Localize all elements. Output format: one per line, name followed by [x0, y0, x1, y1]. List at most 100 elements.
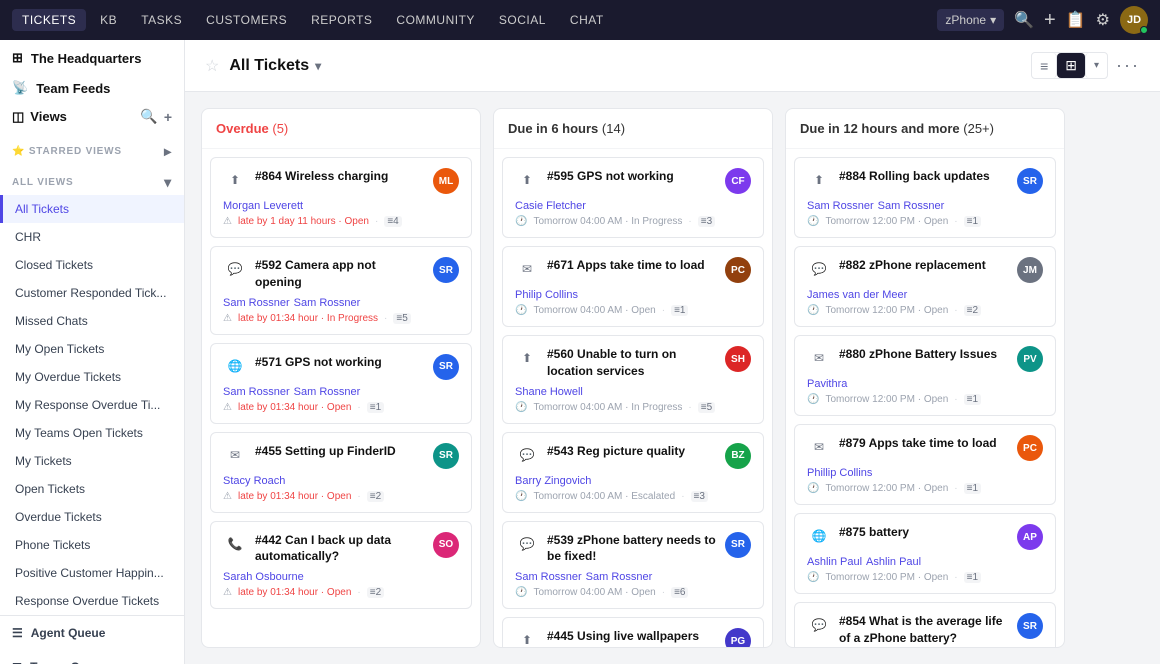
agent-link-2-1-0[interactable]: James van der Meer — [807, 289, 907, 301]
sidebar-item-overdue[interactable]: Overdue Tickets — [0, 503, 184, 531]
kanban-column-1: Due in 6 hours (14) ⬆ #595 GPS not worki… — [493, 108, 773, 648]
favorite-star-icon[interactable]: ☆ — [205, 56, 219, 76]
nav-customers[interactable]: CUSTOMERS — [196, 9, 297, 31]
ticket-card-1-0[interactable]: ⬆ #595 GPS not working CF Casie Fletcher… — [502, 157, 764, 238]
team-feeds-icon: 📡 — [12, 80, 28, 96]
list-view-btn[interactable]: ≡ — [1032, 53, 1057, 78]
ticket-card-1-1[interactable]: ✉ #671 Apps take time to load PC Philip … — [502, 246, 764, 327]
nav-chat[interactable]: CHAT — [560, 9, 614, 31]
nav-community[interactable]: COMMUNITY — [386, 9, 485, 31]
sidebar-agent-queue[interactable]: ☰ Agent Queue — [0, 616, 184, 650]
sidebar-item-closed-tickets[interactable]: Closed Tickets — [0, 251, 184, 279]
agent-link-0-2-1[interactable]: Sam Rossner — [294, 386, 361, 398]
agent-link-0-2-0[interactable]: Sam Rossner — [223, 386, 290, 398]
sidebar-item-my-tickets[interactable]: My Tickets — [0, 447, 184, 475]
agent-link-0-0-0[interactable]: Morgan Leverett — [223, 200, 303, 212]
kanban-column-0: Overdue (5) ⬆ #864 Wireless charging ML … — [201, 108, 481, 648]
sidebar-item-my-overdue[interactable]: My Overdue Tickets — [0, 363, 184, 391]
ticket-card-2-2[interactable]: ✉ #880 zPhone Battery Issues PV Pavithra… — [794, 335, 1056, 416]
add-icon[interactable]: + — [1044, 9, 1056, 32]
settings-icon[interactable]: ⚙ — [1096, 10, 1110, 30]
agent-link-2-0-0[interactable]: Sam Rossner — [807, 200, 874, 212]
ticket-card-2-4[interactable]: 🌐 #875 battery AP Ashlin Paul Ashlin Pau… — [794, 513, 1056, 594]
agent-link-2-0-1[interactable]: Sam Rossner — [878, 200, 945, 212]
agent-link-1-3-0[interactable]: Barry Zingovich — [515, 475, 591, 487]
card-meta-text-0-2: late by 01:34 hour · Open — [238, 402, 351, 413]
card-title-1-5: #445 Using live wallpapers — [547, 628, 717, 645]
header-more-icon[interactable]: ··· — [1116, 55, 1140, 76]
page-title[interactable]: All Tickets ▾ — [229, 57, 321, 75]
ticket-card-2-1[interactable]: 💬 #882 zPhone replacement JM James van d… — [794, 246, 1056, 327]
sidebar-item-my-response-overdue[interactable]: My Response Overdue Ti... — [0, 391, 184, 419]
teams-queue-icon: ⊞ — [12, 660, 22, 664]
card-avatar-0-4: SO — [433, 532, 459, 558]
card-meta-text-2-4: Tomorrow 12:00 PM · Open — [825, 572, 948, 583]
ticket-card-2-5[interactable]: 💬 #854 What is the average life of a zPh… — [794, 602, 1056, 647]
sidebar-item-positive[interactable]: Positive Customer Happin... — [0, 559, 184, 587]
sidebar-teams-queue[interactable]: ⊞ Teams Queue — [0, 650, 184, 664]
agent-link-1-2-0[interactable]: Shane Howell — [515, 386, 583, 398]
view-more-btn[interactable]: ▾ — [1085, 53, 1107, 78]
agent-link-0-3-0[interactable]: Stacy Roach — [223, 475, 285, 487]
nav-tasks[interactable]: TASKS — [131, 9, 192, 31]
sidebar-item-phone[interactable]: Phone Tickets — [0, 531, 184, 559]
ticket-card-0-3[interactable]: ✉ #455 Setting up FinderID SR Stacy Roac… — [210, 432, 472, 513]
card-meta-text-1-1: Tomorrow 04:00 AM · Open — [533, 305, 655, 316]
card-meta-text-0-1: late by 01:34 hour · In Progress — [238, 313, 378, 324]
zphone-selector[interactable]: zPhone ▾ — [937, 9, 1004, 31]
sidebar-item-my-open[interactable]: My Open Tickets — [0, 335, 184, 363]
search-icon[interactable]: 🔍 — [1014, 10, 1034, 30]
sidebar-team-feeds[interactable]: 📡 Team Feeds — [0, 70, 184, 100]
sidebar-item-my-teams-open[interactable]: My Teams Open Tickets — [0, 419, 184, 447]
agent-link-0-1-0[interactable]: Sam Rossner — [223, 297, 290, 309]
card-type-icon-1-2: ⬆ — [515, 346, 539, 370]
ticket-card-0-1[interactable]: 💬 #592 Camera app not opening SR Sam Ros… — [210, 246, 472, 335]
sidebar-item-customer-responded[interactable]: Customer Responded Tick... — [0, 279, 184, 307]
agent-link-2-4-1[interactable]: Ashlin Paul — [866, 556, 921, 568]
card-dot-2-4: · — [954, 572, 957, 583]
ticket-card-0-2[interactable]: 🌐 #571 GPS not working SR Sam Rossner Sa… — [210, 343, 472, 424]
ticket-card-1-3[interactable]: 💬 #543 Reg picture quality BZ Barry Zing… — [502, 432, 764, 513]
nav-reports[interactable]: REPORTS — [301, 9, 382, 31]
agent-link-0-1-1[interactable]: Sam Rossner — [294, 297, 361, 309]
column-title-0: Overdue (5) — [216, 121, 288, 136]
agent-link-2-4-0[interactable]: Ashlin Paul — [807, 556, 862, 568]
agent-link-2-2-0[interactable]: Pavithra — [807, 378, 847, 390]
notifications-icon[interactable]: 📋 — [1066, 10, 1086, 30]
ticket-card-1-4[interactable]: 💬 #539 zPhone battery needs to be fixed!… — [502, 521, 764, 610]
ticket-card-1-5[interactable]: ⬆ #445 Using live wallpapers PG Peter Gr… — [502, 617, 764, 647]
starred-expand-icon[interactable]: ▸ — [164, 143, 172, 160]
views-section: ◫ Views 🔍 + — [0, 100, 184, 133]
agent-link-2-3-0[interactable]: Phillip Collins — [807, 467, 872, 479]
agent-link-1-1-0[interactable]: Philip Collins — [515, 289, 578, 301]
card-title-0-0: #864 Wireless charging — [255, 168, 425, 185]
sidebar-headquarters[interactable]: ⊞ The Headquarters — [0, 40, 184, 70]
ticket-card-2-0[interactable]: ⬆ #884 Rolling back updates SR Sam Rossn… — [794, 157, 1056, 238]
zphone-chevron-icon: ▾ — [990, 13, 996, 27]
sidebar-item-response-overdue[interactable]: Response Overdue Tickets — [0, 587, 184, 615]
nav-tickets[interactable]: TICKETS — [12, 9, 86, 31]
search-views-icon[interactable]: 🔍 — [140, 108, 157, 125]
agent-link-1-4-1[interactable]: Sam Rossner — [586, 571, 653, 583]
all-views-collapse-icon[interactable]: ▾ — [164, 174, 172, 191]
card-count-0-3: ≡2 — [367, 491, 384, 502]
agent-link-0-4-0[interactable]: Sarah Osbourne — [223, 571, 304, 583]
ticket-card-1-2[interactable]: ⬆ #560 Unable to turn on location servic… — [502, 335, 764, 424]
nav-kb[interactable]: KB — [90, 9, 127, 31]
ticket-card-2-3[interactable]: ✉ #879 Apps take time to load PC Phillip… — [794, 424, 1056, 505]
agent-link-1-4-0[interactable]: Sam Rossner — [515, 571, 582, 583]
starred-views-label: ⭐ STARRED VIEWS ▸ — [0, 133, 184, 164]
agent-link-1-0-0[interactable]: Casie Fletcher — [515, 200, 586, 212]
sidebar-item-chr[interactable]: CHR — [0, 223, 184, 251]
ticket-card-0-0[interactable]: ⬆ #864 Wireless charging ML Morgan Lever… — [210, 157, 472, 238]
sidebar-item-all-tickets[interactable]: All Tickets — [0, 195, 184, 223]
card-title-0-2: #571 GPS not working — [255, 354, 425, 371]
card-clock-icon-2-1: 🕐 — [807, 305, 819, 316]
sidebar-item-missed-chats[interactable]: Missed Chats — [0, 307, 184, 335]
avatar[interactable]: JD — [1120, 6, 1148, 34]
ticket-card-0-4[interactable]: 📞 #442 Can I back up data automatically?… — [210, 521, 472, 610]
grid-view-btn[interactable]: ⊞ — [1057, 53, 1085, 78]
nav-social[interactable]: SOCIAL — [489, 9, 556, 31]
sidebar-item-open[interactable]: Open Tickets — [0, 475, 184, 503]
add-view-icon[interactable]: + — [164, 109, 172, 125]
